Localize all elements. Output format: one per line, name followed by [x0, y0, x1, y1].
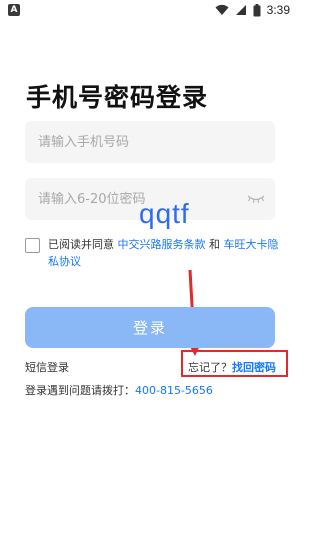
eye-closed-icon[interactable]	[247, 192, 265, 206]
agreement-checkbox[interactable]	[25, 238, 40, 253]
battery-icon	[253, 3, 261, 16]
find-password-link[interactable]: 找回密码	[232, 361, 276, 374]
agreement-connector: 和	[205, 238, 224, 251]
watermark-text: qqtf	[139, 198, 190, 229]
notification-a-icon: A	[8, 4, 20, 16]
sms-login-link[interactable]: 短信登录	[25, 359, 69, 375]
page-title: 手机号密码登录	[26, 83, 209, 112]
signal-icon	[235, 5, 246, 15]
forgot-question: 忘记了？	[188, 361, 232, 374]
agreement-text: 已阅读并同意 中交兴路服务条款 和 车旺大卡隐私协议	[48, 236, 288, 270]
status-right: 3:39	[215, 3, 290, 17]
forgot-password-row: 忘记了？找回密码	[188, 359, 276, 375]
wifi-icon	[215, 4, 229, 15]
help-row: 登录遇到问题请拨打：400-815-5656	[25, 382, 213, 398]
login-button[interactable]: 登录	[25, 307, 275, 348]
phone-field[interactable]	[25, 121, 275, 163]
service-terms-link[interactable]: 中交兴路服务条款	[118, 238, 206, 251]
status-bar: A 3:39	[0, 0, 300, 22]
phone-input[interactable]	[25, 121, 275, 163]
status-time: 3:39	[266, 3, 290, 17]
agreement-prefix: 已阅读并同意	[48, 238, 118, 251]
help-text: 登录遇到问题请拨打：	[25, 384, 135, 397]
help-phone-link[interactable]: 400-815-5656	[135, 384, 213, 397]
